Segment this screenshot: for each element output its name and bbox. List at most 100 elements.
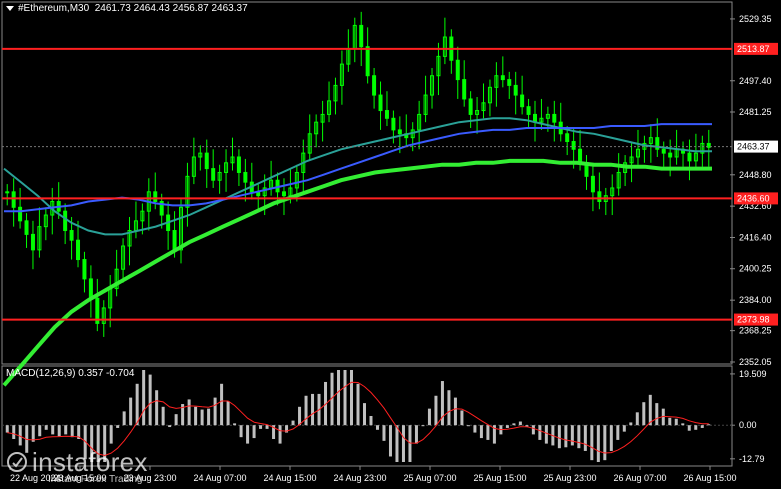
ohlc-values: 2461.73 2464.43 2456.87 2463.37 (94, 3, 248, 14)
candle-body (552, 113, 557, 123)
price-tick-label: 2448.80 (739, 170, 772, 180)
candle-body (590, 175, 595, 193)
macd-histogram-bar (395, 425, 399, 462)
macd-histogram-bar (674, 418, 678, 426)
candle-body (359, 24, 364, 48)
watermark: instaforex Instant Forex Trading (6, 448, 148, 485)
candle-body (11, 191, 16, 208)
price-tick-label: 2400.25 (739, 264, 772, 274)
macd-histogram-bar (252, 425, 256, 439)
macd-histogram-bar (616, 425, 620, 440)
price-tick-label: 2481.25 (739, 107, 772, 117)
macd-histogram-bar (5, 425, 9, 433)
candle-body (578, 148, 583, 164)
candle-body (500, 75, 505, 81)
macd-histogram-bar (148, 374, 152, 426)
macd-histogram-bar (544, 425, 548, 444)
candle-body (384, 110, 389, 119)
macd-histogram-bar (12, 425, 16, 439)
macd-histogram-bar (298, 406, 302, 426)
macd-histogram-bar (557, 425, 561, 449)
price-tick-label: 2497.40 (739, 76, 772, 86)
macd-histogram-bar (635, 412, 639, 426)
brand-name: instaforex (32, 447, 148, 477)
price-tick-label: 2352.05 (739, 357, 772, 367)
macd-histogram-bar (362, 403, 366, 426)
price-tick-label: 2529.35 (739, 14, 772, 24)
macd-histogram-bar (596, 425, 600, 462)
candle-body (468, 98, 473, 115)
macd-histogram-bar (505, 425, 509, 428)
candle-body (526, 106, 531, 115)
macd-histogram-bar (142, 370, 146, 426)
candle-body (520, 94, 525, 108)
macd-histogram-bar (337, 370, 341, 426)
time-tick-label: 25 Aug 23:00 (543, 473, 596, 483)
macd-histogram-bar (161, 406, 165, 426)
time-tick-label: 25 Aug 07:00 (403, 473, 456, 483)
level-price-label: 2436.60 (737, 193, 770, 203)
time-tick-label: 24 Aug 15:00 (263, 473, 316, 483)
macd-histogram-bar (122, 411, 126, 426)
macd-histogram-bar (466, 425, 470, 427)
macd-histogram-bar (246, 425, 250, 444)
macd-histogram-bar (207, 408, 211, 426)
macd-histogram-bar (408, 425, 412, 462)
macd-histogram-bar (473, 425, 477, 433)
macd-histogram-bar (421, 425, 425, 427)
macd-histogram-bar (629, 422, 633, 426)
level-price-label: 2373.98 (737, 315, 770, 325)
price-tick-label: 2384.00 (739, 295, 772, 305)
macd-histogram-bar (168, 425, 172, 428)
candle-body (211, 168, 216, 181)
symbol-label: #Ethereum,M30 (18, 3, 90, 14)
macd-histogram-bar (226, 401, 230, 426)
macd-histogram-bar (642, 402, 646, 426)
candle-body (668, 152, 673, 158)
candle-body (69, 230, 74, 241)
candle-body (204, 152, 209, 170)
candle-body (391, 117, 396, 131)
macd-histogram-bar (486, 425, 490, 440)
level-price-label: 2513.87 (737, 44, 770, 54)
candle-body (24, 220, 29, 235)
macd-histogram-bar (707, 424, 711, 426)
macd-histogram-bar (434, 395, 438, 426)
candle-body (30, 233, 35, 251)
macd-histogram-bar (668, 417, 672, 426)
macd-histogram-bar (187, 399, 191, 426)
candle-body (76, 239, 81, 261)
macd-histogram-bar (220, 383, 224, 426)
candle-body (462, 79, 467, 100)
price-tick-label: 2416.40 (739, 232, 772, 242)
candle-body (513, 84, 518, 96)
macd-histogram-bar (291, 420, 295, 426)
macd-histogram-bar (116, 425, 120, 428)
chart-area[interactable]: 2529.352497.402481.252448.802432.602416.… (0, 0, 781, 489)
macd-histogram-bar (577, 425, 581, 449)
macd-histogram-bar (609, 425, 613, 451)
chevron-down-icon[interactable] (6, 5, 14, 11)
time-tick-label: 26 Aug 07:00 (613, 473, 666, 483)
candle-body (687, 152, 692, 162)
macd-histogram-bar (590, 425, 594, 461)
macd-histogram-bar (109, 425, 113, 444)
candle-body (5, 191, 10, 194)
macd-histogram-bar (70, 425, 74, 438)
brand-tagline: Instant Forex Trading (48, 474, 143, 485)
macd-histogram-bar (700, 425, 704, 428)
candle-body (565, 133, 570, 143)
macd-histogram-bar (356, 383, 360, 426)
macd-histogram-bar (350, 370, 354, 426)
candle-body (153, 191, 158, 202)
time-tick-label: 25 Aug 15:00 (473, 473, 526, 483)
macd-histogram-bar (239, 425, 243, 438)
time-tick-label: 24 Aug 23:00 (333, 473, 386, 483)
macd-histogram-bar (31, 425, 35, 442)
macd-histogram-bar (304, 395, 308, 426)
macd-histogram-bar (655, 403, 659, 426)
macd-histogram-bar (44, 425, 48, 430)
macd-histogram-bar (570, 425, 574, 446)
macd-tick-label: -12.79 (739, 454, 765, 464)
macd-histogram-bar (311, 393, 315, 426)
